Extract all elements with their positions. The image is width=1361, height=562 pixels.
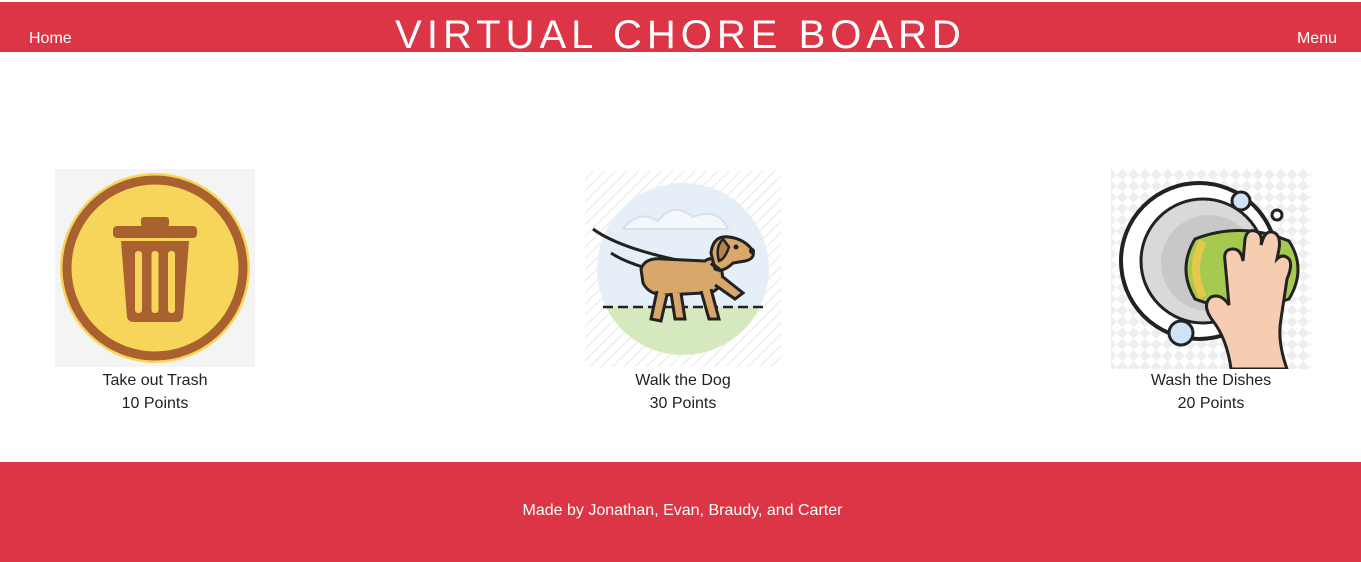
chore-points: 20 Points	[1177, 395, 1245, 412]
chore-name: Take out Trash	[102, 372, 208, 389]
footer-credits: Made by Jonathan, Evan, Braudy, and Cart…	[522, 502, 843, 519]
chore-name: Walk the Dog	[635, 372, 731, 389]
chore-card-dog[interactable]: Walk the Dog 30 Points	[583, 169, 783, 416]
footer: Made by Jonathan, Evan, Braudy, and Cart…	[0, 462, 1361, 562]
chore-card-trash[interactable]: Take out Trash 10 Points	[55, 169, 255, 416]
dog-walk-icon[interactable]	[583, 169, 783, 369]
page-title: VIRTUAL CHORE BOARD	[395, 13, 966, 54]
chore-card-dishes[interactable]: Wash the Dishes 20 Points	[1111, 169, 1311, 416]
chore-name: Wash the Dishes	[1150, 372, 1272, 389]
chore-points: 30 Points	[649, 395, 717, 412]
chore-points: 10 Points	[121, 395, 189, 412]
wash-dishes-icon[interactable]	[1111, 169, 1311, 369]
menu-link[interactable]: Menu	[1297, 30, 1337, 48]
trash-can-icon[interactable]	[55, 169, 255, 369]
header-bar: Home VIRTUAL CHORE BOARD Menu	[0, 2, 1361, 54]
header: Home VIRTUAL CHORE BOARD Menu	[0, 0, 1361, 54]
